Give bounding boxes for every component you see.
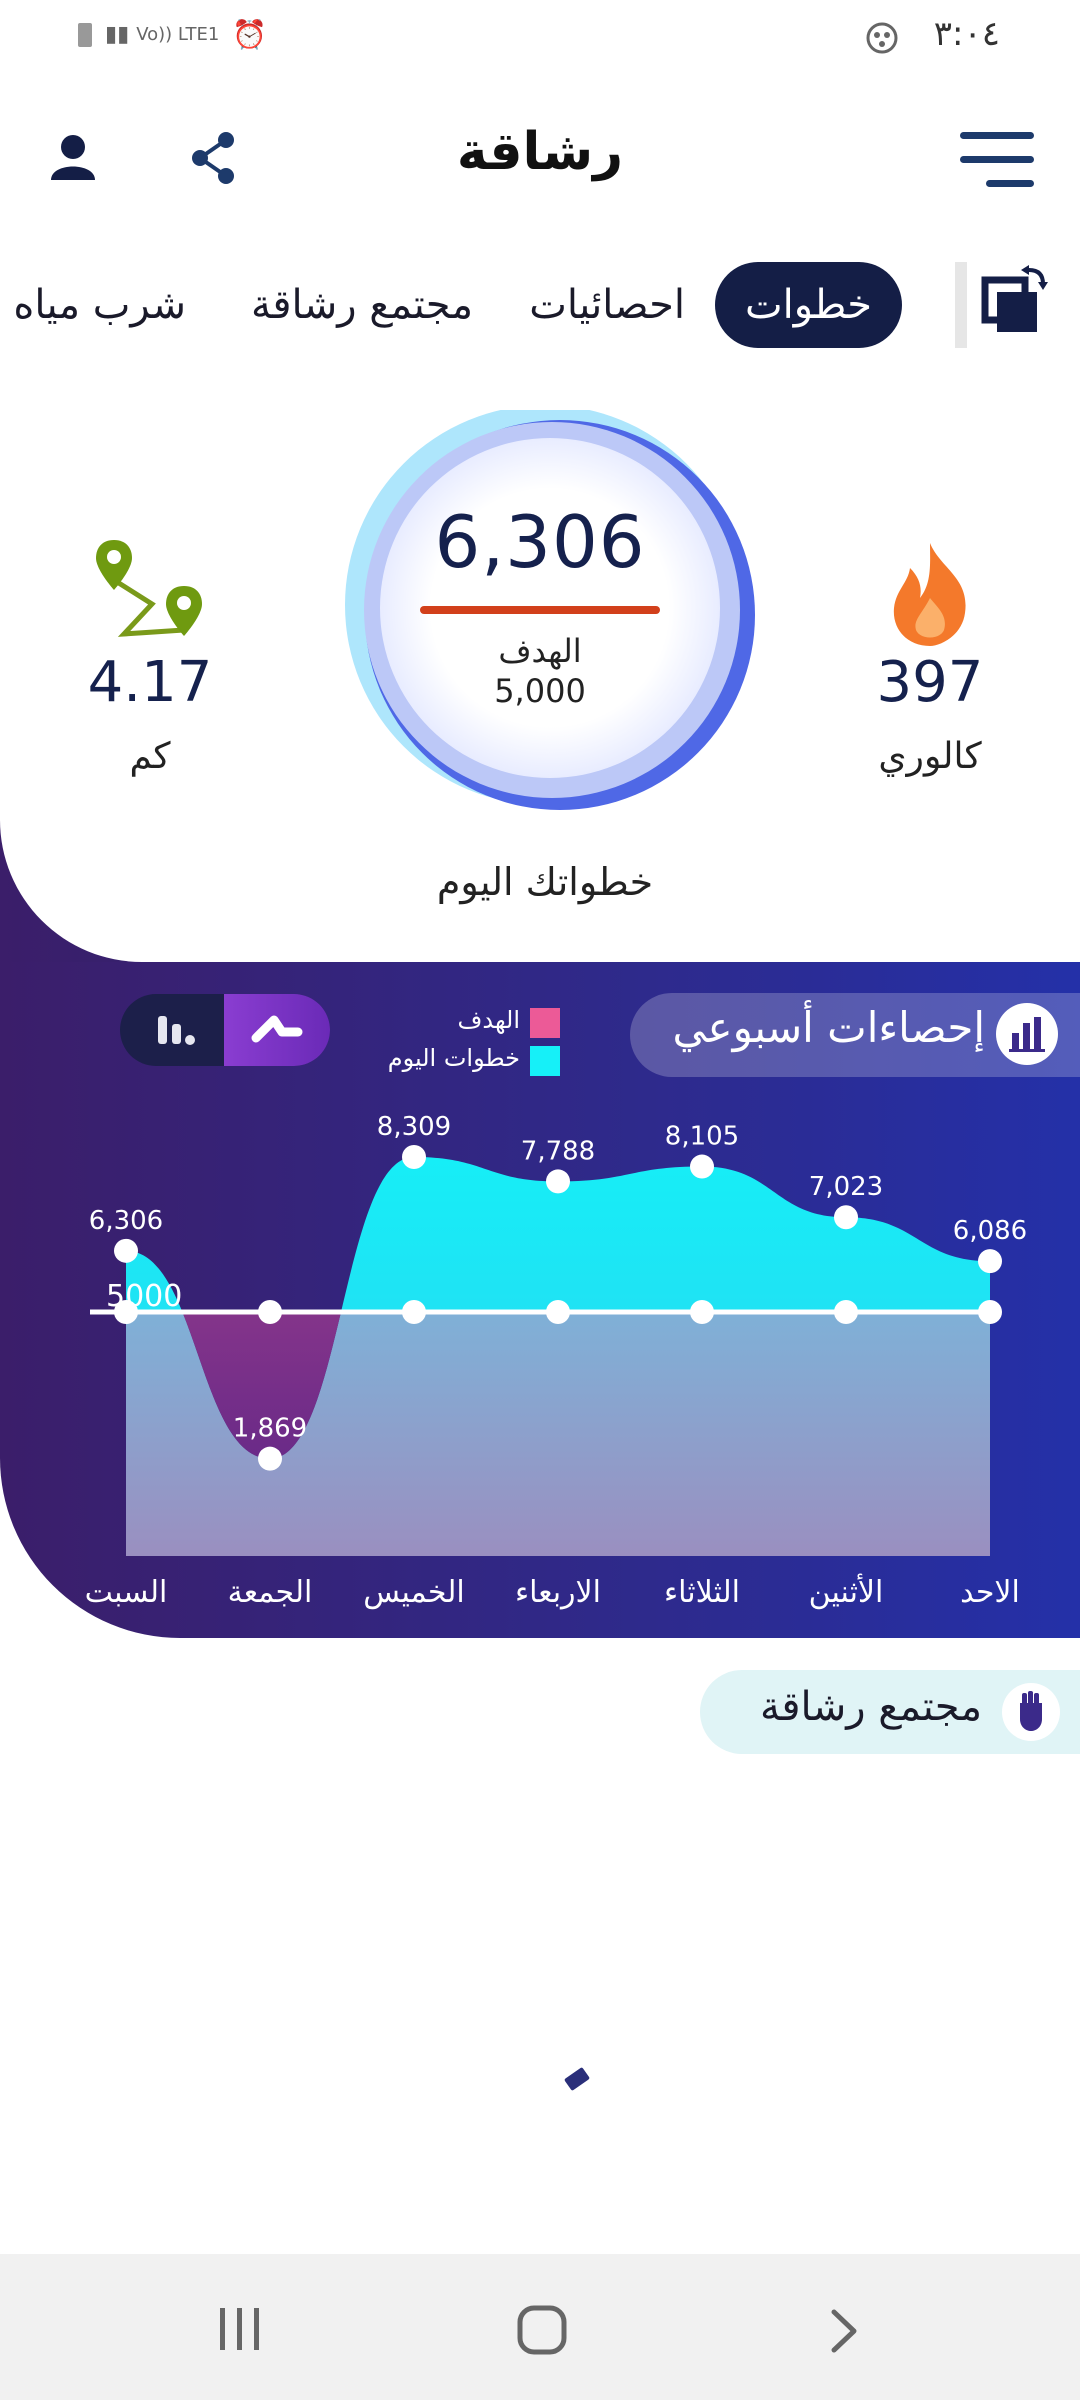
community-title: مجتمع رشاقة bbox=[759, 1684, 982, 1730]
user-icon[interactable] bbox=[48, 132, 98, 186]
data-point[interactable] bbox=[114, 1238, 138, 1263]
goal-point bbox=[546, 1300, 570, 1324]
day-label: السبت bbox=[85, 1575, 168, 1610]
legend-goal-swatch bbox=[530, 1008, 560, 1038]
status-network: ▮▮ Vo)) LTE1 ⏰ bbox=[78, 18, 267, 51]
data-point[interactable] bbox=[834, 1205, 858, 1230]
data-label: 7,788 bbox=[521, 1136, 595, 1166]
data-point[interactable] bbox=[546, 1169, 570, 1194]
calories-label: كالوري bbox=[878, 736, 982, 777]
back-icon[interactable] bbox=[826, 2308, 862, 2358]
day-label: الثلاثاء bbox=[664, 1575, 740, 1610]
data-label: 8,309 bbox=[377, 1112, 451, 1142]
battery-icon bbox=[78, 22, 92, 47]
goal-point bbox=[690, 1300, 714, 1324]
network-label: Vo)) LTE1 bbox=[136, 24, 220, 45]
app-title: رشاقة bbox=[456, 122, 624, 182]
line-chart-toggle-icon[interactable] bbox=[224, 994, 330, 1066]
data-point[interactable] bbox=[978, 1249, 1002, 1274]
status-time: ٣:٠٤ bbox=[933, 14, 1000, 54]
data-label: 8,105 bbox=[665, 1122, 739, 1152]
data-point[interactable] bbox=[402, 1145, 426, 1169]
weekly-title: إحصاءات أسبوعي bbox=[672, 1003, 985, 1052]
alarm-icon: ⏰ bbox=[232, 18, 268, 51]
bar-chart-toggle-icon[interactable] bbox=[120, 994, 224, 1066]
legend-today-label: خطوات اليوم bbox=[387, 1044, 520, 1072]
flame-icon bbox=[880, 538, 980, 652]
goal-point bbox=[978, 1300, 1002, 1324]
system-nav-bar bbox=[0, 2254, 1080, 2400]
tab-switch-icon[interactable] bbox=[955, 262, 1050, 348]
steps-count: 6,306 bbox=[434, 500, 646, 584]
legend-goal-label: الهدف bbox=[457, 1006, 520, 1034]
steps-ring bbox=[340, 405, 760, 830]
distance-value: 4.17 bbox=[87, 650, 213, 715]
distance-label: كم bbox=[129, 736, 171, 777]
home-icon[interactable] bbox=[516, 2304, 568, 2360]
data-label: 7,023 bbox=[809, 1172, 883, 1202]
legend-today-swatch bbox=[530, 1046, 560, 1076]
goal-point bbox=[114, 1300, 138, 1324]
steps-progress-bar bbox=[420, 606, 660, 614]
today-steps-label: خطواتك اليوم bbox=[436, 860, 654, 904]
bar-chart-icon bbox=[996, 1003, 1058, 1065]
tab-community[interactable]: مجتمع رشاقة bbox=[251, 262, 473, 348]
day-label: الجمعة bbox=[228, 1575, 313, 1610]
data-point[interactable] bbox=[690, 1154, 714, 1179]
tab-statistics[interactable]: احصائيات bbox=[529, 262, 685, 348]
route-icon bbox=[92, 534, 212, 658]
goal-value: 5,000 bbox=[494, 672, 586, 710]
calories-value: 397 bbox=[876, 650, 984, 715]
data-point[interactable] bbox=[258, 1446, 282, 1471]
notification-icon bbox=[864, 20, 900, 60]
recent-apps-icon[interactable] bbox=[216, 2304, 264, 2358]
goal-point bbox=[258, 1300, 282, 1324]
loading-indicator bbox=[563, 2066, 591, 2092]
share-icon[interactable] bbox=[190, 130, 236, 190]
chart-type-toggle[interactable] bbox=[120, 994, 330, 1066]
day-label: الاربعاء bbox=[515, 1575, 601, 1610]
day-label: الاحد bbox=[960, 1575, 1020, 1610]
goal-point bbox=[834, 1300, 858, 1324]
goal-label: الهدف bbox=[498, 632, 582, 670]
tab-steps[interactable]: خطوات bbox=[715, 262, 902, 348]
day-label: الأثنين bbox=[809, 1572, 884, 1610]
fist-icon bbox=[1002, 1683, 1060, 1741]
data-label: 6,086 bbox=[953, 1216, 1027, 1246]
tab-water[interactable]: شرب مياه bbox=[13, 262, 186, 348]
day-label: الخميس bbox=[363, 1575, 464, 1610]
goal-point bbox=[402, 1300, 426, 1324]
signal-icon: ▮▮ bbox=[105, 22, 130, 47]
data-label: 1,869 bbox=[233, 1414, 307, 1444]
data-label: 6,306 bbox=[89, 1206, 163, 1236]
